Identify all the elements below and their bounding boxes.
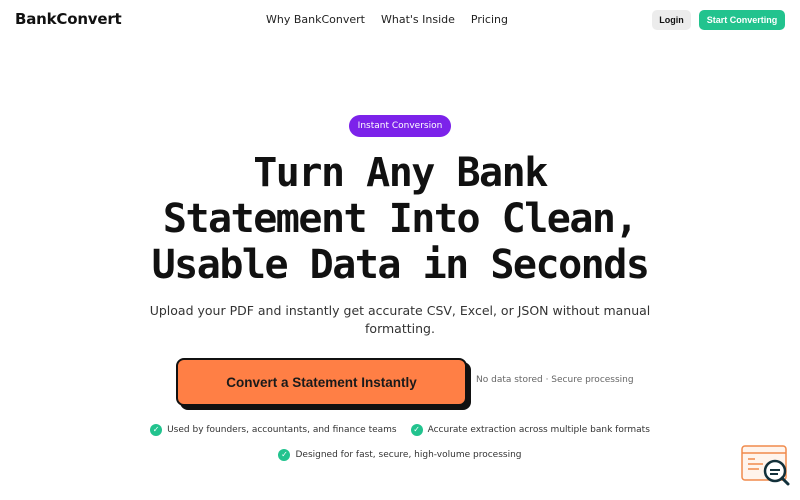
instant-conversion-badge: Instant Conversion xyxy=(349,115,451,137)
document-search-icon[interactable] xyxy=(741,444,791,486)
convert-statement-button[interactable]: Convert a Statement Instantly xyxy=(176,358,467,406)
privacy-note: No data stored · Secure processing xyxy=(476,375,634,385)
nav-whats-inside[interactable]: What's Inside xyxy=(381,13,455,26)
headline-line-2: Statement Into Clean, xyxy=(162,196,639,242)
hero-headline: Turn Any Bank Statement Into Clean, Usab… xyxy=(100,150,700,288)
check-icon: ✓ xyxy=(410,424,423,436)
feature-row: ✓ Designed for fast, secure, high-volume… xyxy=(0,449,800,461)
headline-line-3: Usable Data in Seconds xyxy=(151,242,650,288)
hero-subtext: Upload your PDF and instantly get accura… xyxy=(149,303,651,336)
brand-logo[interactable]: BankConvert xyxy=(15,10,122,28)
feature-text: Accurate extraction across multiple bank… xyxy=(427,425,650,435)
nav-why-bankconvert[interactable]: Why BankConvert xyxy=(266,13,365,26)
start-converting-button[interactable]: Start Converting xyxy=(699,10,785,30)
feature-row: ✓ Used by founders, accountants, and fin… xyxy=(0,424,800,436)
feature-item: ✓ Designed for fast, secure, high-volume… xyxy=(278,449,522,461)
feature-item: ✓ Used by founders, accountants, and fin… xyxy=(150,424,397,436)
feature-text: Used by founders, accountants, and finan… xyxy=(167,425,397,435)
main-nav: Why BankConvert What's Inside Pricing xyxy=(266,13,508,26)
feature-list: ✓ Used by founders, accountants, and fin… xyxy=(0,424,800,474)
feature-item: ✓ Accurate extraction across multiple ba… xyxy=(410,424,650,436)
login-button[interactable]: Login xyxy=(652,10,691,30)
site-header: BankConvert Why BankConvert What's Insid… xyxy=(0,0,800,40)
nav-pricing[interactable]: Pricing xyxy=(471,13,508,26)
landing-page: BankConvert Why BankConvert What's Insid… xyxy=(0,0,800,500)
feature-text: Designed for fast, secure, high-volume p… xyxy=(295,450,522,460)
check-icon: ✓ xyxy=(150,424,163,436)
headline-line-1: Turn Any Bank xyxy=(253,150,548,196)
check-icon: ✓ xyxy=(278,449,291,461)
